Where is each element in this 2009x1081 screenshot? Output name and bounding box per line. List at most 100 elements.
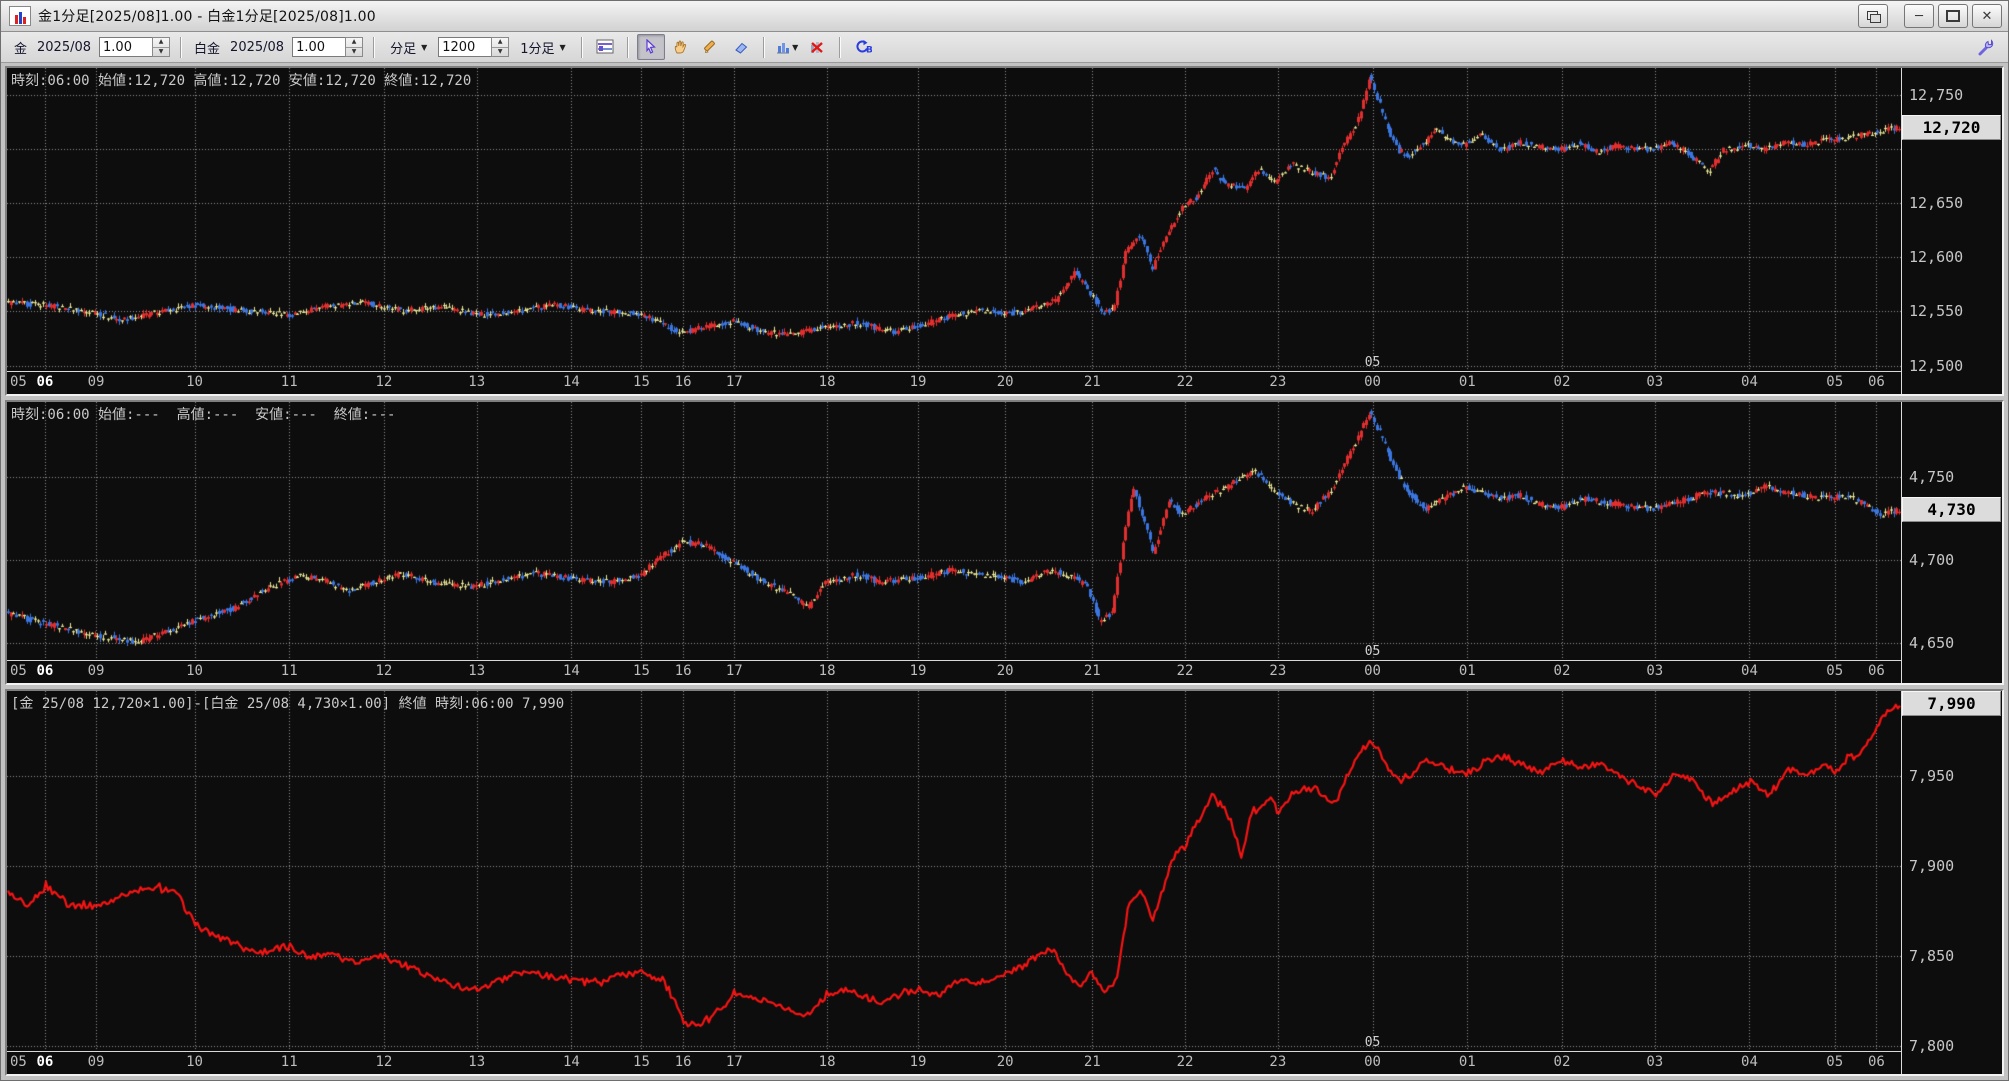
x-axis-label: 13 bbox=[468, 1053, 486, 1070]
y-axis-label: 7,800 bbox=[1909, 1036, 1955, 1055]
x-axis-label: 18 bbox=[818, 663, 836, 680]
gold-symbol-label: 金 bbox=[14, 41, 28, 57]
cursor-icon bbox=[646, 39, 656, 54]
refresh-chart-button[interactable]: B bbox=[849, 34, 877, 60]
x-axis-label: 10 bbox=[186, 374, 203, 391]
spin-up-icon[interactable]: ▲ bbox=[346, 38, 363, 48]
x-axis-label: 21 bbox=[1083, 374, 1101, 391]
gold-ohlc-readout: 時刻:06:00 始値:12,720 高値:12,720 安値:12,720 終… bbox=[11, 73, 472, 89]
title-bar[interactable]: 金1分足[2025/08]1.00 - 白金1分足[2025/08]1.00 ─… bbox=[1, 1, 2008, 32]
x-axis-label: 00 bbox=[1364, 663, 1381, 680]
x-axis-label: 03 bbox=[1646, 374, 1664, 391]
x-axis-label: 21 bbox=[1083, 663, 1101, 680]
y-axis-label: 4,750 bbox=[1909, 467, 1955, 486]
window-title: 金1分足[2025/08]1.00 - 白金1分足[2025/08]1.00 bbox=[38, 9, 376, 25]
gold-chart-panel: 時刻:06:00 始値:12,720 高値:12,720 安値:12,720 終… bbox=[5, 66, 2004, 397]
spin-down-icon[interactable]: ▼ bbox=[492, 48, 508, 57]
platinum-price-axis: 4,750 4,700 4,650 4,730 bbox=[1901, 402, 2002, 684]
x-axis-label: 23 bbox=[1269, 374, 1287, 391]
indicator-menu-button[interactable]: ▼ bbox=[773, 34, 801, 60]
x-axis-label: 15 bbox=[633, 663, 650, 680]
gold-price-axis: 12,750 12,650 12,600 12,550 12,500 12,720 bbox=[1901, 68, 2002, 395]
bar-count-input[interactable] bbox=[438, 37, 492, 57]
cascade-icon bbox=[1866, 11, 1881, 23]
spin-down-icon[interactable]: ▼ bbox=[346, 48, 362, 57]
platinum-time-axis: 05 06 09 10 11 12 13 14 15 16 17 18 19 20 21 22 23 00 01 02… bbox=[7, 661, 1901, 684]
x-axis-label: 20 bbox=[996, 663, 1014, 680]
platinum-ohlc-readout: 時刻:06:00 始値:--- 高値:--- 安値:--- 終値:--- bbox=[11, 407, 396, 424]
draw-line-tool-button[interactable] bbox=[697, 34, 725, 60]
gold-contract-month: 2025/08 bbox=[37, 39, 92, 55]
erase-tool-button[interactable] bbox=[727, 34, 755, 60]
x-axis-label: 06 bbox=[1867, 663, 1885, 680]
x-axis-label: 10 bbox=[186, 1053, 203, 1070]
gold-multiplier-input[interactable] bbox=[99, 37, 153, 57]
y-axis-label: 7,950 bbox=[1909, 766, 1955, 785]
close-button[interactable]: ✕ bbox=[1972, 4, 2002, 28]
minimize-button[interactable]: ─ bbox=[1904, 4, 1934, 28]
x-axis-label: 21 bbox=[1083, 1053, 1101, 1070]
toolbar-separator bbox=[373, 36, 376, 58]
x-axis-label: 05 bbox=[1826, 374, 1844, 391]
gold-plot-area[interactable]: 時刻:06:00 始値:12,720 高値:12,720 安値:12,720 終… bbox=[7, 68, 1901, 373]
gold-multiplier-spinner: ▲▼ bbox=[99, 37, 171, 57]
delete-indicator-icon bbox=[811, 42, 823, 53]
x-axis-label: 17 bbox=[725, 374, 743, 391]
spin-down-icon[interactable]: ▼ bbox=[153, 48, 169, 57]
x-axis-label: 02 bbox=[1553, 374, 1571, 391]
platinum-contract-month: 2025/08 bbox=[230, 39, 285, 55]
spin-up-icon[interactable]: ▲ bbox=[492, 38, 509, 48]
x-axis-label: 11 bbox=[280, 663, 298, 680]
price-chart-canvas[interactable] bbox=[7, 68, 1901, 371]
chart-grid-settings-button[interactable] bbox=[591, 34, 619, 60]
x-axis-label: 13 bbox=[468, 374, 486, 391]
price-chart-canvas[interactable] bbox=[7, 691, 1901, 1051]
cursor-tool-button[interactable] bbox=[636, 34, 665, 60]
x-axis-label: 14 bbox=[562, 374, 580, 391]
x-axis-label: 00 bbox=[1364, 1053, 1381, 1070]
x-axis-label: 05 bbox=[1826, 663, 1844, 680]
y-axis-label: 12,600 bbox=[1909, 248, 1964, 267]
maximize-button[interactable] bbox=[1938, 4, 1968, 28]
platinum-multiplier-input[interactable] bbox=[292, 37, 346, 57]
eraser-icon bbox=[734, 42, 747, 54]
interval-type-dropdown[interactable]: 分足 ▼ bbox=[386, 36, 431, 59]
x-axis-label: 09 bbox=[87, 1053, 105, 1070]
period-dropdown[interactable]: 1分足 ▼ bbox=[516, 36, 569, 59]
x-axis-label: 01 bbox=[1458, 1053, 1476, 1070]
x-axis-label: 19 bbox=[909, 663, 927, 680]
toolbar-separator bbox=[626, 36, 629, 58]
current-price-badge: 12,720 bbox=[1902, 114, 2001, 140]
x-axis-label: 04 bbox=[1741, 374, 1758, 391]
x-axis-label: 22 bbox=[1176, 374, 1194, 391]
y-axis-label: 4,650 bbox=[1909, 634, 1955, 653]
bar-count-spinner: ▲▼ bbox=[438, 37, 510, 57]
x-axis-label: 17 bbox=[725, 1053, 743, 1070]
x-axis-label: 16 bbox=[674, 1053, 692, 1070]
x-axis-label: 13 bbox=[468, 663, 486, 680]
x-axis-label: 11 bbox=[280, 1053, 298, 1070]
x-axis-label: 14 bbox=[562, 1053, 580, 1070]
pan-tool-button[interactable] bbox=[667, 34, 695, 60]
date-change-label: 05 bbox=[1364, 355, 1381, 371]
remove-indicator-button[interactable] bbox=[803, 34, 831, 60]
x-axis-label: 06 bbox=[36, 663, 54, 680]
x-axis-label: 16 bbox=[674, 374, 692, 391]
y-axis-label: 7,850 bbox=[1909, 946, 1955, 965]
x-axis-label: 22 bbox=[1176, 663, 1194, 680]
cascade-windows-button[interactable] bbox=[1858, 4, 1888, 28]
x-axis-label: 23 bbox=[1269, 663, 1287, 680]
platinum-chart-panel: 時刻:06:00 始値:--- 高値:--- 安値:--- 終値:--- 05 … bbox=[5, 400, 2004, 686]
y-axis-label: 12,550 bbox=[1909, 302, 1964, 321]
spread-plot-area[interactable]: [金 25/08 12,720×1.00]-[白金 25/08 4,730×1.… bbox=[7, 691, 1901, 1052]
platinum-plot-area[interactable]: 時刻:06:00 始値:--- 高値:--- 安値:--- 終値:--- 05 bbox=[7, 402, 1901, 662]
spread-price-axis: 7,950 7,900 7,850 7,800 7,990 bbox=[1901, 691, 2002, 1074]
wrench-icon[interactable] bbox=[1976, 37, 1996, 57]
refresh-cb-icon: B bbox=[856, 40, 872, 55]
x-axis-label: 22 bbox=[1176, 1053, 1194, 1070]
gold-time-axis: 05 06 09 10 11 12 13 14 15 16 17 18 19 20 21 22 23 00 01 02… bbox=[7, 372, 1901, 395]
x-axis-label: 04 bbox=[1741, 1053, 1758, 1070]
price-chart-canvas[interactable] bbox=[7, 402, 1901, 661]
spin-up-icon[interactable]: ▲ bbox=[153, 38, 170, 48]
y-axis-label: 4,700 bbox=[1909, 551, 1955, 570]
